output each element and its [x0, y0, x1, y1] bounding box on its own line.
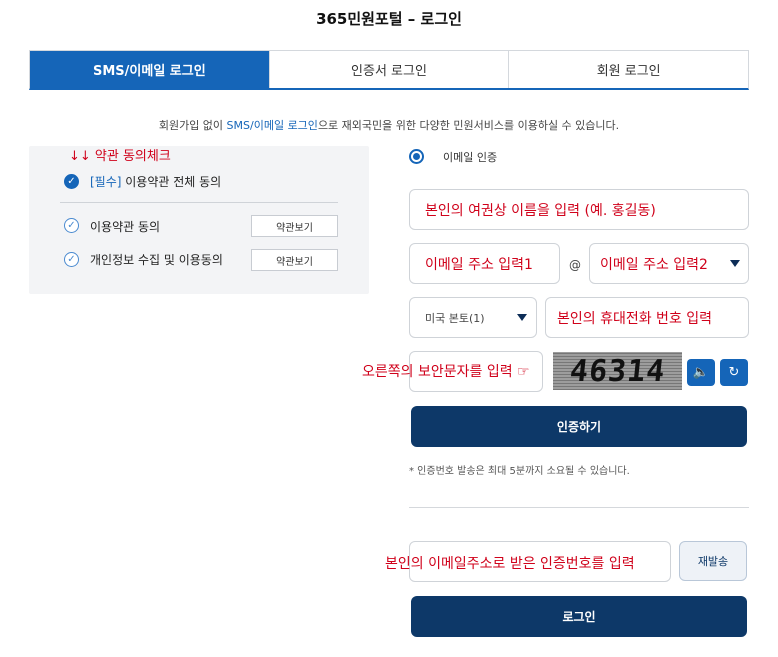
privacy-checkbox[interactable]: ✓	[64, 252, 79, 267]
login-notice: 회원가입 없이 SMS/이메일 로그인으로 재외국민을 위한 다양한 민원서비스…	[0, 117, 778, 133]
refresh-icon: ↻	[728, 365, 740, 380]
name-input[interactable]: 본인의 여권상 이름을 입력 (예. 홍길동)	[409, 189, 749, 230]
tab-member-login[interactable]: 회원 로그인	[508, 51, 749, 88]
notice-suffix: 으로 재외국민을 위한 다양한 민원서비스를 이용하실 수 있습니다.	[317, 119, 620, 132]
code-annotation: 본인의 이메일주소로 받은 인증번호를 입력	[385, 556, 635, 572]
view-privacy-button[interactable]: 약관보기	[251, 249, 338, 271]
terms-label: 이용약관 동의	[90, 220, 161, 234]
verify-button[interactable]: 인증하기	[411, 406, 747, 447]
page-title: 365민원포털 – 로그인	[316, 10, 462, 28]
tab-sms-email-login[interactable]: SMS/이메일 로그인	[30, 51, 269, 88]
tab-certificate-login[interactable]: 인증서 로그인	[268, 51, 509, 88]
email-domain-placeholder: 이메일 주소 입력2	[600, 256, 708, 273]
check-icon: ✓	[67, 175, 76, 187]
agree-all-checkbox[interactable]: ✓	[64, 174, 79, 189]
agree-all-label[interactable]: [필수] 이용약관 전체 동의	[90, 173, 221, 190]
email-local-placeholder: 이메일 주소 입력1	[425, 256, 533, 273]
email-auth-radio[interactable]	[409, 149, 424, 164]
speaker-icon: 🔈	[692, 365, 710, 380]
notice-highlight: SMS/이메일 로그인	[226, 119, 318, 132]
view-terms-button[interactable]: 약관보기	[251, 215, 338, 237]
agree-all-text: 이용약관 전체 동의	[121, 175, 222, 189]
email-auth-label: 이메일 인증	[443, 151, 498, 164]
agreement-divider	[60, 202, 338, 203]
chevron-down-icon	[517, 314, 527, 321]
login-button[interactable]: 로그인	[411, 596, 747, 637]
phone-input[interactable]: 본인의 휴대전화 번호 입력	[545, 297, 749, 338]
at-symbol: @	[569, 258, 581, 272]
agreement-annotation: ↓↓ 약관 동의체크	[69, 149, 171, 164]
terms-checkbox[interactable]: ✓	[64, 218, 79, 233]
notice-prefix: 회원가입 없이	[158, 119, 227, 132]
captcha-refresh-button[interactable]: ↻	[720, 359, 748, 386]
resend-button[interactable]: 재발송	[679, 541, 747, 581]
send-time-hint: * 인증번호 발송은 최대 5분까지 소요될 수 있습니다.	[409, 466, 630, 477]
captcha-image: 46314	[553, 352, 682, 390]
chevron-down-icon	[730, 260, 740, 267]
privacy-label: 개인정보 수집 및 이용동의	[90, 253, 223, 267]
login-tabs: SMS/이메일 로그인 인증서 로그인 회원 로그인	[29, 50, 749, 90]
required-tag: [필수]	[90, 175, 122, 189]
form-divider	[409, 507, 749, 508]
email-local-input[interactable]: 이메일 주소 입력1	[409, 243, 560, 284]
phone-placeholder: 본인의 휴대전화 번호 입력	[557, 310, 713, 327]
captcha-text: 46314	[568, 353, 667, 389]
email-domain-select[interactable]: 이메일 주소 입력2	[589, 243, 749, 284]
check-icon: ✓	[67, 253, 76, 265]
captcha-annotation: 오른쪽의 보안문자를 입력 ☞	[362, 364, 530, 380]
check-icon: ✓	[67, 219, 76, 231]
captcha-audio-button[interactable]: 🔈	[687, 359, 715, 386]
country-code-value: 미국 본토(1)	[425, 311, 485, 325]
name-placeholder: 본인의 여권상 이름을 입력 (예. 홍길동)	[425, 202, 656, 219]
